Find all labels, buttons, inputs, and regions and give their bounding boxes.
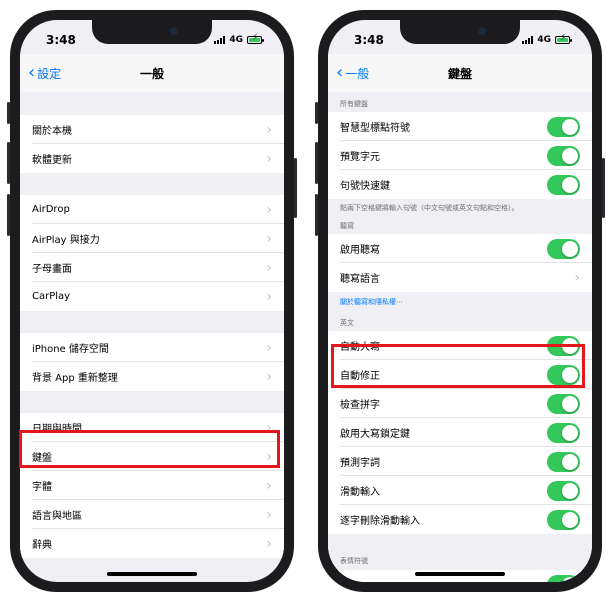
chevron-right-icon: › bbox=[266, 288, 272, 305]
enable-dictation-toggle[interactable] bbox=[547, 238, 580, 259]
volume-down-button bbox=[7, 194, 10, 236]
settings-group: iPhone 儲存空間 › 背景 App 重新整理 › bbox=[20, 333, 284, 391]
mute-switch bbox=[315, 102, 318, 124]
chevron-right-icon: › bbox=[266, 259, 272, 276]
home-indicator bbox=[415, 572, 505, 576]
section-header-all-keyboards: 所有鍵盤 bbox=[328, 92, 592, 112]
back-label: 一般 bbox=[345, 66, 370, 81]
section-header-english: 英文 bbox=[328, 312, 592, 331]
settings-row-software-update[interactable]: 軟體更新 › bbox=[20, 144, 284, 173]
toggle-row-smart-punctuation: 智慧型標點符號 bbox=[328, 112, 592, 141]
nav-bar: ‹ 設定 一般 bbox=[20, 54, 284, 92]
settings-row-language-region[interactable]: 語言與地區 › bbox=[20, 500, 284, 529]
chevron-right-icon: › bbox=[266, 448, 272, 465]
chevron-right-icon: › bbox=[266, 368, 272, 385]
settings-group: AirDrop › AirPlay 與接力 › 子母畫面 › CarPlay › bbox=[20, 195, 284, 311]
battery-charging-icon: ⚡ bbox=[247, 34, 264, 44]
nav-bar: ‹ 一般 鍵盤 bbox=[328, 54, 592, 92]
back-button[interactable]: ‹ 設定 bbox=[28, 64, 61, 82]
toggle-row-period-shortcut: 句號快速鍵 bbox=[328, 170, 592, 199]
right-phone: 3:48 4G ⚡ ‹ 一般 鍵盤 所有鍵盤 智慧型標點符號 預覽字元 句號快速… bbox=[315, 10, 605, 592]
period-shortcut-footer: 點兩下空格鍵將輸入句號（中文句號或英文句點和空格）。 bbox=[328, 199, 592, 217]
signal-icon bbox=[214, 36, 226, 44]
left-phone: 3:48 4G ⚡ ‹ 設定 一般 關於本機 › 軟體更新 › AirDrop › bbox=[7, 10, 297, 592]
settings-row-about[interactable]: 關於本機 › bbox=[20, 115, 284, 144]
chevron-right-icon: › bbox=[266, 121, 272, 138]
settings-row-dictionary[interactable]: 辭典 › bbox=[20, 529, 284, 558]
right-screen: 3:48 4G ⚡ ‹ 一般 鍵盤 所有鍵盤 智慧型標點符號 預覽字元 句號快速… bbox=[328, 20, 592, 582]
home-indicator bbox=[107, 572, 197, 576]
chevron-left-icon: ‹ bbox=[28, 62, 36, 83]
section-header-dictation: 聽寫 bbox=[328, 217, 592, 234]
settings-row-background-refresh[interactable]: 背景 App 重新整理 › bbox=[20, 362, 284, 391]
check-spelling-toggle[interactable] bbox=[547, 393, 580, 414]
toggle-row-caps-lock: 啟用大寫鎖定鍵 bbox=[328, 418, 592, 447]
notch bbox=[400, 20, 520, 44]
chevron-right-icon: › bbox=[266, 339, 272, 356]
chevron-right-icon: › bbox=[266, 150, 272, 167]
auto-capitalization-toggle[interactable] bbox=[547, 335, 580, 356]
side-button bbox=[602, 158, 605, 218]
char-preview-toggle[interactable] bbox=[547, 145, 580, 166]
slide-to-type-toggle[interactable] bbox=[547, 480, 580, 501]
smart-punctuation-toggle[interactable] bbox=[547, 116, 580, 137]
network-type: 4G bbox=[537, 35, 551, 45]
settings-group: 日期與時間 › 鍵盤 › 字體 › 語言與地區 › 辭典 › bbox=[20, 413, 284, 558]
chevron-right-icon: › bbox=[266, 535, 272, 552]
chevron-left-icon: ‹ bbox=[336, 62, 344, 83]
caps-lock-toggle[interactable] bbox=[547, 422, 580, 443]
settings-row-airplay[interactable]: AirPlay 與接力 › bbox=[20, 224, 284, 253]
settings-row-keyboard[interactable]: 鍵盤 › bbox=[20, 442, 284, 471]
toggle-row-char-preview: 預覽字元 bbox=[328, 141, 592, 170]
back-label: 設定 bbox=[37, 66, 62, 81]
signal-icon bbox=[522, 36, 534, 44]
settings-row-fonts[interactable]: 字體 › bbox=[20, 471, 284, 500]
mute-switch bbox=[7, 102, 10, 124]
auto-correction-toggle[interactable] bbox=[547, 364, 580, 385]
settings-row-dictation-languages[interactable]: 聽寫語言 › bbox=[328, 263, 592, 292]
settings-row-carplay[interactable]: CarPlay › bbox=[20, 282, 284, 311]
settings-row-pip[interactable]: 子母畫面 › bbox=[20, 253, 284, 282]
notch bbox=[92, 20, 212, 44]
back-button[interactable]: ‹ 一般 bbox=[336, 64, 369, 82]
toggle-row-auto-correction: 自動修正 bbox=[328, 360, 592, 389]
front-camera bbox=[478, 27, 486, 35]
toggle-row-auto-capitalization: 自動大寫 bbox=[328, 331, 592, 360]
page-title: 鍵盤 bbox=[447, 66, 472, 81]
chevron-right-icon: › bbox=[574, 269, 580, 286]
battery-charging-icon: ⚡ bbox=[555, 34, 572, 44]
settings-row-date-time[interactable]: 日期與時間 › bbox=[20, 413, 284, 442]
dictation-privacy-link[interactable]: 關於聽寫和隱私權⋯ bbox=[328, 292, 592, 312]
toggle-row-check-spelling: 檢查拼字 bbox=[328, 389, 592, 418]
page-title: 一般 bbox=[139, 66, 164, 81]
section-header-emoji: 表情符號 bbox=[328, 534, 592, 570]
settings-group: 關於本機 › 軟體更新 › bbox=[20, 115, 284, 173]
delete-slide-word-toggle[interactable] bbox=[547, 509, 580, 530]
front-camera bbox=[170, 27, 178, 35]
toggle-row-delete-slide-word: 逐字刪除滑動輸入 bbox=[328, 505, 592, 534]
status-time: 3:48 bbox=[46, 33, 76, 47]
volume-down-button bbox=[315, 194, 318, 236]
settings-row-storage[interactable]: iPhone 儲存空間 › bbox=[20, 333, 284, 362]
toggle-row-slide-to-type: 滑動輸入 bbox=[328, 476, 592, 505]
keyboard-settings-list: 所有鍵盤 智慧型標點符號 預覽字元 句號快速鍵 點兩下空格鍵將輸入句號（中文句號… bbox=[328, 92, 592, 582]
chevron-right-icon: › bbox=[266, 419, 272, 436]
toggle-row-predictive: 預測字詞 bbox=[328, 447, 592, 476]
period-shortcut-toggle[interactable] bbox=[547, 174, 580, 195]
left-screen: 3:48 4G ⚡ ‹ 設定 一般 關於本機 › 軟體更新 › AirDrop › bbox=[20, 20, 284, 582]
predictive-toggle[interactable] bbox=[547, 451, 580, 472]
toggle-row-enable-dictation: 啟用聽寫 bbox=[328, 234, 592, 263]
chevron-right-icon: › bbox=[266, 230, 272, 247]
chevron-right-icon: › bbox=[266, 477, 272, 494]
status-time: 3:48 bbox=[354, 33, 384, 47]
emoji-toggle[interactable] bbox=[547, 574, 580, 582]
network-type: 4G bbox=[229, 35, 243, 45]
settings-list: 關於本機 › 軟體更新 › AirDrop › AirPlay 與接力 › 子母畫面 › … bbox=[20, 92, 284, 582]
side-button bbox=[294, 158, 297, 218]
chevron-right-icon: › bbox=[266, 506, 272, 523]
volume-up-button bbox=[315, 142, 318, 184]
chevron-right-icon: › bbox=[266, 201, 272, 218]
volume-up-button bbox=[7, 142, 10, 184]
settings-row-airdrop[interactable]: AirDrop › bbox=[20, 195, 284, 224]
